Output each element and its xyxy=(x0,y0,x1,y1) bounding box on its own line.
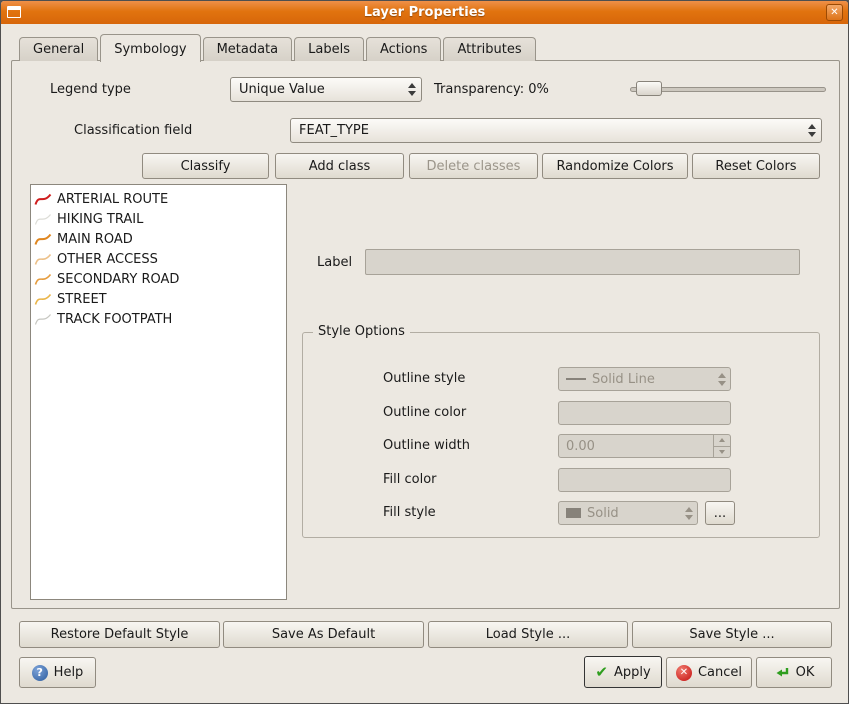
list-item[interactable]: STREET xyxy=(31,289,286,309)
outline-width-spinner: 0.00 xyxy=(558,434,731,458)
tab-metadata[interactable]: Metadata xyxy=(203,37,293,61)
transparency-slider[interactable] xyxy=(630,81,826,97)
class-label: HIKING TRAIL xyxy=(57,212,143,227)
classification-field-select[interactable]: FEAT_TYPE xyxy=(290,118,822,143)
save-style-button[interactable]: Save Style ... xyxy=(632,621,832,648)
combo-arrows-icon xyxy=(400,83,416,96)
class-label: SECONDARY ROAD xyxy=(57,272,179,287)
outline-style-select: Solid Line xyxy=(558,367,731,391)
outline-style-value: Solid Line xyxy=(592,372,655,387)
slider-handle[interactable] xyxy=(636,81,662,96)
fill-color-button xyxy=(558,468,731,492)
class-label: OTHER ACCESS xyxy=(57,252,158,267)
outline-style-label: Outline style xyxy=(383,371,465,386)
line-symbol-icon xyxy=(34,272,52,286)
close-icon[interactable]: ✕ xyxy=(826,4,843,21)
list-item[interactable]: SECONDARY ROAD xyxy=(31,269,286,289)
randomize-colors-button[interactable]: Randomize Colors xyxy=(542,153,688,179)
label-field-label: Label xyxy=(317,255,352,270)
outline-width-label: Outline width xyxy=(383,438,470,453)
cancel-icon: ✕ xyxy=(676,665,692,681)
line-symbol-icon xyxy=(34,312,52,326)
class-label: MAIN ROAD xyxy=(57,232,133,247)
apply-button[interactable]: ✔ Apply xyxy=(584,656,662,688)
list-item[interactable]: HIKING TRAIL xyxy=(31,209,286,229)
outline-color-label: Outline color xyxy=(383,405,466,420)
tab-attributes[interactable]: Attributes xyxy=(443,37,535,61)
style-options-title: Style Options xyxy=(313,324,410,339)
help-icon: ? xyxy=(32,665,48,681)
list-item[interactable]: OTHER ACCESS xyxy=(31,249,286,269)
load-style-button[interactable]: Load Style ... xyxy=(428,621,628,648)
list-item[interactable]: ARTERIAL ROUTE xyxy=(31,189,286,209)
combo-arrows-icon xyxy=(678,507,693,520)
reset-colors-button[interactable]: Reset Colors xyxy=(692,153,820,179)
titlebar[interactable]: Layer Properties ✕ xyxy=(1,1,848,24)
style-options-group: Style Options Outline style Solid Line O… xyxy=(302,332,820,538)
solid-fill-icon xyxy=(566,508,581,518)
line-symbol-icon xyxy=(34,192,52,206)
window-menu-icon[interactable] xyxy=(7,6,21,18)
class-label: ARTERIAL ROUTE xyxy=(57,192,168,207)
label-input xyxy=(365,249,800,275)
list-item[interactable]: TRACK FOOTPATH xyxy=(31,309,286,329)
help-button[interactable]: ? Help xyxy=(19,657,96,688)
outline-color-button xyxy=(558,401,731,425)
fill-style-select: Solid xyxy=(558,501,698,525)
fill-style-label: Fill style xyxy=(383,505,436,520)
save-as-default-button[interactable]: Save As Default xyxy=(223,621,424,648)
tab-labels[interactable]: Labels xyxy=(294,37,364,61)
classify-button[interactable]: Classify xyxy=(142,153,269,179)
ok-arrow-icon xyxy=(774,665,790,681)
transparency-label: Transparency: 0% xyxy=(434,82,549,97)
tab-general[interactable]: General xyxy=(19,37,98,61)
line-symbol-icon xyxy=(34,252,52,266)
cancel-button[interactable]: ✕ Cancel xyxy=(666,657,752,688)
restore-default-style-button[interactable]: Restore Default Style xyxy=(19,621,220,648)
legend-type-select[interactable]: Unique Value xyxy=(230,77,422,102)
fill-style-more-button[interactable]: ... xyxy=(705,501,735,525)
legend-type-label: Legend type xyxy=(50,82,131,97)
spinner-arrows-icon xyxy=(713,435,730,457)
line-symbol-icon xyxy=(34,292,52,306)
layer-properties-window: Layer Properties ✕ General Symbology Met… xyxy=(0,0,849,704)
tab-symbology[interactable]: Symbology xyxy=(100,34,200,62)
delete-classes-button: Delete classes xyxy=(409,153,538,179)
line-symbol-icon xyxy=(34,232,52,246)
fill-color-label: Fill color xyxy=(383,472,437,487)
classification-field-value: FEAT_TYPE xyxy=(299,123,369,138)
class-label: TRACK FOOTPATH xyxy=(57,312,172,327)
list-item[interactable]: MAIN ROAD xyxy=(31,229,286,249)
class-label: STREET xyxy=(57,292,107,307)
tab-actions[interactable]: Actions xyxy=(366,37,442,61)
ok-button[interactable]: OK xyxy=(756,657,832,688)
fill-style-value: Solid xyxy=(587,506,619,521)
window-title: Layer Properties xyxy=(364,5,486,20)
legend-type-value: Unique Value xyxy=(239,82,325,97)
outline-width-value: 0.00 xyxy=(559,439,713,454)
combo-arrows-icon xyxy=(800,124,816,137)
symbology-panel: Legend type Unique Value Transparency: 0… xyxy=(11,60,840,609)
check-icon: ✔ xyxy=(595,665,608,680)
solid-line-icon xyxy=(566,378,586,380)
add-class-button[interactable]: Add class xyxy=(275,153,404,179)
combo-arrows-icon xyxy=(711,373,726,386)
tab-bar: General Symbology Metadata Labels Action… xyxy=(19,33,538,61)
line-symbol-icon xyxy=(34,212,52,226)
classification-field-label: Classification field xyxy=(74,123,192,138)
class-list[interactable]: ARTERIAL ROUTE HIKING TRAIL MAIN ROAD OT… xyxy=(30,184,287,600)
